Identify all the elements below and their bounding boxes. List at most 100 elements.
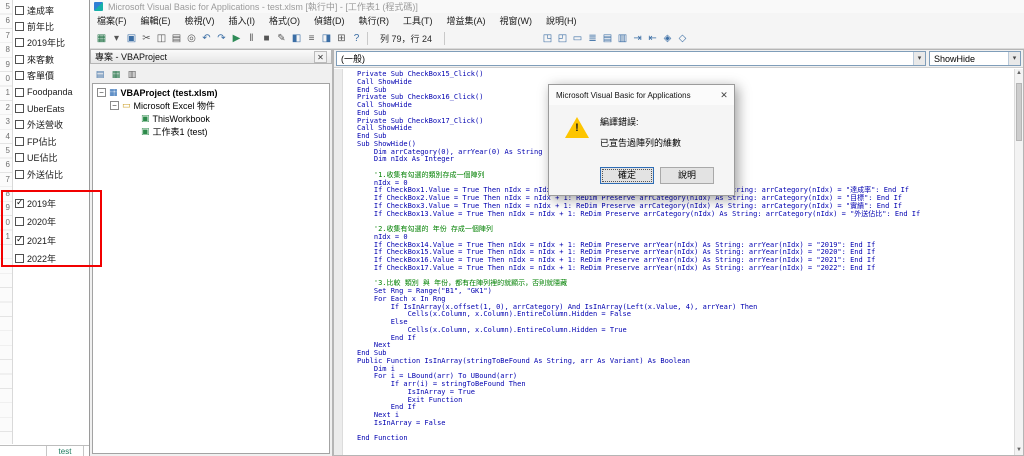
design-mode-icon[interactable]: ✎ [274, 31, 289, 46]
vba-title-bar[interactable]: Microsoft Visual Basic for Applications … [90, 0, 1024, 13]
category-checkbox-row[interactable]: 前年比 [15, 18, 87, 34]
menu-item[interactable]: 檔案(F) [90, 14, 134, 27]
copy-icon[interactable]: ◫ [154, 31, 169, 46]
menu-item[interactable]: 檢視(V) [178, 14, 222, 27]
code-line[interactable]: IsInArray = False [357, 419, 1014, 428]
code-line[interactable]: '2.收集有勾選的 年份 存成一個陣列 [357, 225, 1014, 234]
code-line[interactable] [357, 428, 1014, 436]
vertical-scrollbar[interactable]: ▲ ▼ [1014, 69, 1023, 455]
call-stack-icon[interactable]: ≣ [585, 31, 600, 46]
category-checkbox-row[interactable]: 達成率 [15, 2, 87, 18]
checkbox-icon[interactable] [15, 87, 24, 97]
locals-window-icon[interactable]: ◰ [555, 31, 570, 46]
checkbox-icon[interactable] [15, 5, 24, 15]
tree-expander-icon[interactable]: − [110, 101, 119, 110]
scrollbar-thumb[interactable] [1016, 83, 1022, 141]
toggle-folders-icon[interactable]: ▥ [125, 66, 139, 80]
menu-item[interactable]: 視窗(W) [493, 14, 540, 27]
code-line[interactable]: Set Rng = Range("B1", "GK1") [357, 287, 1014, 296]
menu-item[interactable]: 格式(O) [262, 14, 307, 27]
outdent-icon[interactable]: ⇤ [645, 31, 660, 46]
dialog-title-bar[interactable]: Microsoft Visual Basic for Applications … [549, 85, 734, 105]
excel-row-header[interactable]: 3 [0, 115, 12, 129]
checkbox-icon[interactable] [15, 153, 24, 163]
checkbox-icon[interactable] [15, 38, 24, 48]
uncomment-block-icon[interactable]: ▥ [615, 31, 630, 46]
code-line[interactable]: If CheckBox13.Value = True Then nIdx = n… [357, 210, 1014, 219]
code-line[interactable]: If CheckBox17.Value = True Then nIdx = n… [357, 264, 1014, 273]
category-checkbox-row[interactable]: 2019年比 [15, 35, 87, 51]
project-panel-header[interactable]: 專案 - VBAProject ✕ [90, 49, 332, 64]
view-object-icon[interactable]: ▦ [109, 66, 123, 80]
excel-row-header[interactable]: 0 [0, 216, 12, 230]
immediate-window-icon[interactable]: ▭ [570, 31, 585, 46]
category-checkbox-row[interactable]: Foodpanda [15, 84, 87, 100]
code-line[interactable]: Cells(x.Column, x.Column).EntireColumn.H… [357, 310, 1014, 319]
checkbox-icon[interactable] [15, 234, 24, 245]
reset-icon[interactable]: ■ [259, 31, 274, 46]
code-line[interactable]: End If [357, 403, 1014, 412]
clear-bookmarks-icon[interactable]: ◇ [675, 31, 690, 46]
properties-window-icon[interactable]: ≡ [304, 31, 319, 46]
menu-item[interactable]: 插入(I) [222, 14, 263, 27]
excel-row-header[interactable]: 8 [0, 187, 12, 201]
menu-item[interactable]: 增益集(A) [440, 14, 493, 27]
excel-row-header[interactable]: 6 [0, 158, 12, 172]
watch-window-icon[interactable]: ◳ [540, 31, 555, 46]
checkbox-icon[interactable] [15, 197, 24, 208]
year-checkbox-row[interactable]: 2022年 [15, 250, 87, 269]
help-button[interactable]: 說明 [660, 167, 714, 184]
category-checkbox-row[interactable]: UberEats [15, 100, 87, 116]
code-margin-indicator-bar[interactable] [334, 69, 343, 455]
save-icon[interactable]: ▣ [124, 31, 139, 46]
year-checkbox-row[interactable]: 2021年 [15, 231, 87, 250]
code-line[interactable]: End If [357, 334, 1014, 343]
paste-icon[interactable]: ▤ [169, 31, 184, 46]
undo-icon[interactable]: ↶ [199, 31, 214, 46]
excel-row-header[interactable]: 1 [0, 86, 12, 100]
break-icon[interactable]: ‖ [244, 31, 259, 46]
object-dropdown[interactable]: (一般) ▾ [336, 51, 926, 66]
scroll-up-icon[interactable]: ▲ [1015, 69, 1023, 78]
excel-row-number-gutter[interactable]: 56789012345678901 [0, 0, 13, 444]
redo-icon[interactable]: ↷ [214, 31, 229, 46]
excel-row-header[interactable]: 5 [0, 0, 12, 14]
menu-item[interactable]: 執行(R) [352, 14, 397, 27]
menu-item[interactable]: 編輯(E) [134, 14, 178, 27]
checkbox-icon[interactable] [15, 54, 24, 64]
excel-row-header[interactable]: 6 [0, 14, 12, 28]
code-line[interactable]: Next [357, 341, 1014, 350]
menu-item[interactable]: 說明(H) [539, 14, 584, 27]
ok-button[interactable]: 確定 [600, 167, 654, 184]
procedure-dropdown[interactable]: ShowHide ▾ [929, 51, 1021, 66]
chevron-down-icon[interactable]: ▾ [913, 52, 925, 65]
run-icon[interactable]: ▶ [229, 31, 244, 46]
category-checkbox-row[interactable]: 來客數 [15, 51, 87, 67]
close-icon[interactable]: ✕ [714, 85, 734, 105]
insert-object-dropdown-icon[interactable]: ▾ [109, 31, 124, 46]
excel-row-header[interactable]: 7 [0, 29, 12, 43]
year-checkbox-row[interactable]: 2019年 [15, 194, 87, 213]
comment-block-icon[interactable]: ▤ [600, 31, 615, 46]
checkbox-icon[interactable] [15, 254, 24, 264]
toggle-bookmark-icon[interactable]: ◈ [660, 31, 675, 46]
help-icon[interactable]: ? [349, 31, 364, 46]
excel-row-header[interactable]: 1 [0, 230, 12, 244]
sheet-tab-test[interactable]: test [46, 445, 84, 456]
menu-item[interactable]: 工具(T) [396, 14, 440, 27]
excel-row-header[interactable]: 9 [0, 58, 12, 72]
code-line[interactable]: Exit Function [357, 396, 1014, 405]
scroll-down-icon[interactable]: ▼ [1015, 446, 1023, 455]
category-checkbox-row[interactable]: 外送佔比 [15, 166, 87, 182]
excel-row-header[interactable]: 7 [0, 173, 12, 187]
find-icon[interactable]: ◎ [184, 31, 199, 46]
checkbox-icon[interactable] [15, 104, 24, 114]
checkbox-icon[interactable] [15, 217, 24, 227]
checkbox-icon[interactable] [15, 71, 24, 81]
code-line[interactable]: Cells(x.Column, x.Column).EntireColumn.H… [357, 326, 1014, 335]
excel-row-header[interactable]: 0 [0, 72, 12, 86]
cut-icon[interactable]: ✂ [139, 31, 154, 46]
close-icon[interactable]: ✕ [314, 50, 327, 63]
checkbox-icon[interactable] [15, 22, 24, 32]
tree-expander-icon[interactable]: − [97, 88, 106, 97]
